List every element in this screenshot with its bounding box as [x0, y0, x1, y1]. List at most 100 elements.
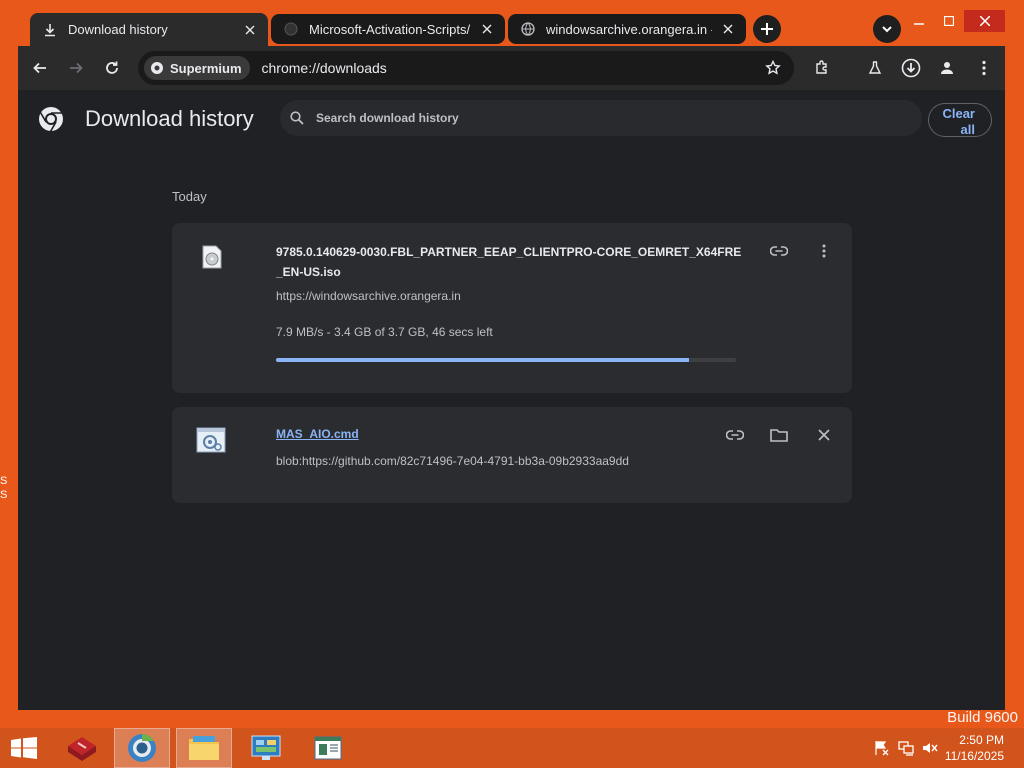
search-downloads-input[interactable]: Search download history: [280, 100, 922, 136]
taskbar-app-supermium[interactable]: [114, 728, 170, 768]
taskbar-app-winrar[interactable]: [54, 728, 110, 768]
clear-all-button[interactable]: Clear all: [928, 103, 992, 137]
download-item: MAS_AIO.cmd blob:https://github.com/82c7…: [172, 407, 852, 503]
chip-label: Supermium: [170, 60, 242, 76]
new-tab-button[interactable]: [753, 15, 781, 43]
page-header: Download history Search download history…: [18, 90, 1005, 146]
menu-button[interactable]: [970, 54, 998, 82]
search-icon: [290, 111, 310, 125]
taskbar-app-control-panel[interactable]: [238, 728, 294, 768]
tab-label: Microsoft-Activation-Scripts/MA: [309, 21, 471, 37]
file-source-url[interactable]: blob:https://github.com/82c71496-7e04-47…: [276, 454, 629, 468]
forward-arrow-icon: [70, 62, 83, 74]
download-circle-icon: [901, 58, 921, 78]
supermium-icon: [151, 62, 163, 74]
tab-label: windowsarchive.orangera.in - /w: [546, 21, 712, 37]
file-name: 9785.0.140629-0030.FBL_PARTNER_EEAP_CLIE…: [276, 245, 742, 279]
build-watermark: Build 9600: [947, 709, 1018, 726]
link-icon: [726, 430, 744, 440]
search-placeholder: Search download history: [316, 111, 459, 125]
browser-toolbar: Supermium chrome://downloads: [18, 46, 1005, 90]
close-tab-icon[interactable]: [479, 21, 495, 37]
downloads-page: Download history Search download history…: [18, 90, 1005, 710]
folder-icon: [770, 429, 788, 442]
download-icon: [42, 22, 58, 38]
more-vert-icon: [982, 60, 986, 76]
winrar-icon: [68, 737, 96, 761]
close-icon: [980, 16, 990, 26]
maximize-icon: [944, 16, 954, 26]
tab-windowsarchive[interactable]: windowsarchive.orangera.in - /w: [508, 14, 746, 44]
file-source-url[interactable]: https://windowsarchive.orangera.in: [276, 289, 461, 303]
plus-icon: [761, 23, 773, 35]
copy-link-button[interactable]: [766, 238, 792, 264]
download-progress-fill: [276, 358, 689, 362]
github-icon: [283, 21, 299, 37]
volume-muted-icon[interactable]: [921, 740, 939, 756]
action-center-flag-icon[interactable]: [872, 740, 890, 756]
page-title: Download history: [85, 106, 254, 131]
disc-image-icon: [202, 245, 222, 269]
tab-strip: Download history Microsoft-Activation-Sc…: [18, 10, 1005, 46]
close-tab-icon[interactable]: [242, 22, 258, 38]
reload-button[interactable]: [98, 54, 126, 82]
forward-button[interactable]: [62, 54, 90, 82]
link-icon: [770, 246, 788, 256]
taskbar: 2:50 PM 11/16/2025: [0, 728, 1024, 768]
tab-search-button[interactable]: [873, 15, 901, 43]
show-in-folder-button[interactable]: [766, 422, 792, 448]
chevron-down-icon: [882, 26, 892, 33]
more-vert-icon: [822, 244, 826, 258]
star-icon: [765, 60, 781, 75]
clock-time: 2:50 PM: [959, 733, 1004, 747]
chrome-logo-icon: [39, 107, 63, 132]
network-icon[interactable]: [897, 740, 915, 756]
windows-logo-icon: [11, 737, 37, 759]
folder-icon: [189, 736, 219, 760]
desktop-glyph: S: [0, 475, 8, 487]
minimize-button[interactable]: [904, 10, 934, 32]
download-item: 9785.0.140629-0030.FBL_PARTNER_EEAP_CLIE…: [172, 223, 852, 393]
minimize-icon: [914, 23, 924, 25]
back-arrow-icon: [33, 62, 46, 74]
control-panel-icon: [251, 735, 281, 760]
taskbar-app-window[interactable]: [300, 728, 356, 768]
profile-button[interactable]: [933, 54, 961, 82]
date-section-heading: Today: [172, 189, 207, 204]
site-info-chip[interactable]: Supermium: [144, 56, 250, 80]
file-name-link[interactable]: MAS_AIO.cmd: [276, 427, 359, 441]
cmd-script-icon: [196, 427, 226, 453]
start-button[interactable]: [0, 728, 48, 768]
browser-window: Download history Microsoft-Activation-Sc…: [18, 10, 1005, 710]
taskbar-app-file-explorer[interactable]: [176, 728, 232, 768]
downloads-button[interactable]: [897, 54, 925, 82]
more-actions-button[interactable]: [811, 238, 837, 264]
download-progress-bar: [276, 358, 736, 362]
globe-icon: [520, 21, 536, 37]
supermium-browser-icon: [128, 734, 156, 762]
tab-mas-github[interactable]: Microsoft-Activation-Scripts/MA: [271, 14, 505, 44]
close-icon: [818, 429, 830, 441]
url-text[interactable]: chrome://downloads: [262, 60, 387, 76]
tab-download-history[interactable]: Download history: [30, 13, 268, 46]
extensions-button[interactable]: [808, 54, 836, 82]
puzzle-icon: [816, 60, 827, 74]
reload-icon: [106, 61, 118, 74]
download-status: 7.9 MB/s - 3.4 GB of 3.7 GB, 46 secs lef…: [276, 325, 493, 339]
maximize-button[interactable]: [934, 10, 964, 32]
desktop-glyph: S: [0, 489, 8, 501]
address-bar[interactable]: Supermium chrome://downloads: [138, 51, 794, 85]
close-window-button[interactable]: [964, 10, 1005, 32]
person-icon: [941, 62, 953, 74]
tab-label: Download history: [68, 22, 168, 37]
app-window-icon: [314, 736, 342, 760]
copy-link-button[interactable]: [722, 422, 748, 448]
close-tab-icon[interactable]: [720, 21, 736, 37]
system-clock[interactable]: 2:50 PM 11/16/2025: [945, 732, 1004, 764]
flask-icon: [868, 61, 882, 74]
remove-item-button[interactable]: [811, 422, 837, 448]
bookmark-star-button[interactable]: [760, 55, 786, 81]
back-button[interactable]: [26, 54, 54, 82]
clock-date: 11/16/2025: [944, 749, 1004, 763]
labs-button[interactable]: [861, 54, 889, 82]
